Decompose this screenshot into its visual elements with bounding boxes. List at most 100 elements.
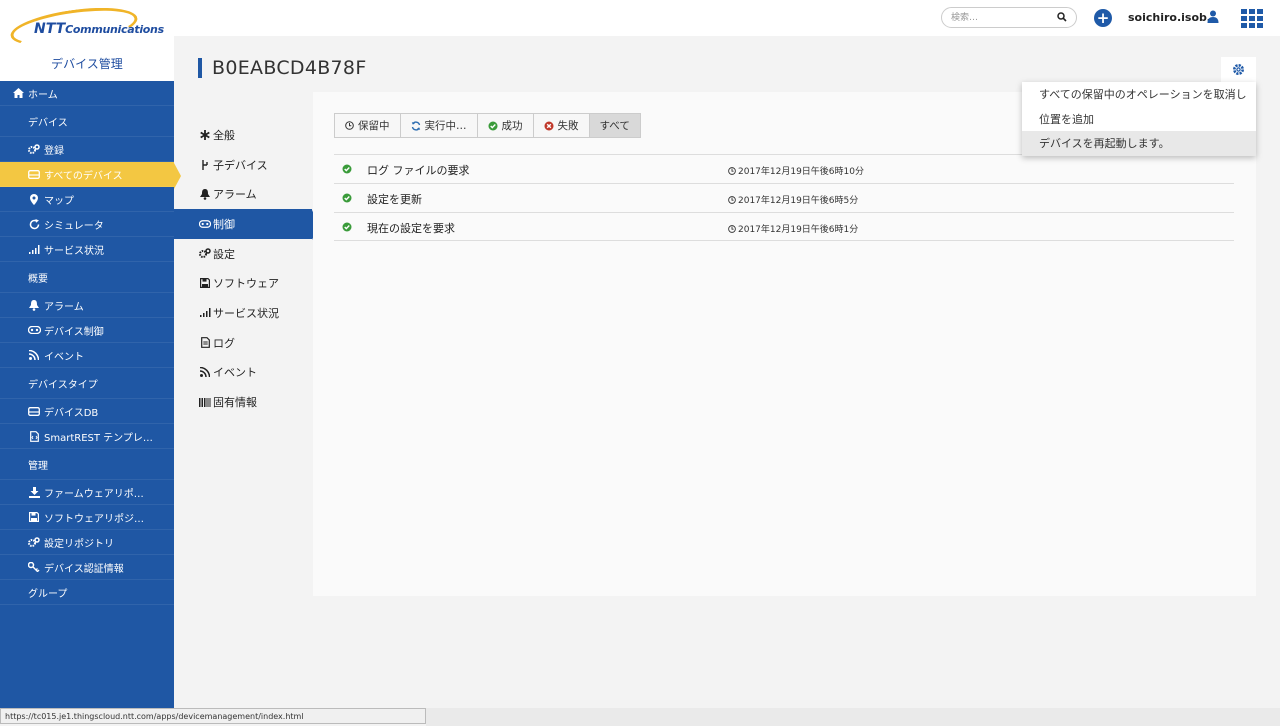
gear-icon [1232, 63, 1245, 79]
sidebar-item-map[interactable]: マップ [0, 187, 174, 212]
clock-icon [728, 224, 736, 233]
menu-item-add-location[interactable]: 位置を追加 [1022, 107, 1256, 132]
sidebar-section-device-type: デバイスタイプ [0, 368, 174, 399]
operation-time: 2017年12月19日午後6時10分 [728, 164, 864, 177]
search-icon[interactable] [1057, 12, 1067, 25]
refresh-icon [411, 120, 421, 131]
clock-icon [345, 121, 354, 130]
gamepad-icon [199, 220, 211, 228]
add-plus-icon[interactable]: + [1094, 9, 1112, 27]
clock-icon [728, 166, 736, 175]
filter-executing-button[interactable]: 実行中… [401, 114, 478, 137]
signal-bars-icon [199, 308, 211, 318]
user-name[interactable]: soichiro.isob… [1128, 11, 1218, 24]
app-name: デバイス管理 [51, 57, 123, 71]
sidebar-section-overview: 概要 [0, 262, 174, 293]
table-row[interactable]: ログ ファイルの要求 2017年12月19日午後6時10分 [334, 154, 1234, 183]
tab-alarm[interactable]: アラーム [174, 179, 312, 209]
sidebar-item-smartrest[interactable]: SmartREST テンプレ… [0, 424, 174, 449]
ntt-logo[interactable]: NTTCommunications [8, 1, 165, 53]
table-row[interactable]: 設定を更新 2017年12月19日午後6時5分 [334, 183, 1234, 212]
file-code-icon [26, 430, 42, 442]
bell-icon [26, 299, 42, 311]
save-icon [26, 512, 42, 522]
operation-time: 2017年12月19日午後6時1分 [728, 222, 858, 235]
rss-icon [26, 350, 42, 360]
operation-time: 2017年12月19日午後6時5分 [728, 193, 858, 206]
table-row[interactable]: 現在の設定を要求 2017年12月19日午後6時1分 [334, 212, 1234, 241]
sidebar-item-config-repo[interactable]: 設定リポジトリ [0, 530, 174, 555]
user-icon[interactable] [1207, 10, 1219, 26]
tab-general[interactable]: 全般 [174, 120, 312, 150]
file-text-icon [199, 337, 211, 349]
sidebar-item-device-control[interactable]: デバイス制御 [0, 318, 174, 343]
sidebar-item-simulator[interactable]: シミュレータ [0, 212, 174, 237]
filter-pending-button[interactable]: 保留中 [335, 114, 401, 137]
sidebar-item-device-db[interactable]: デバイスDB [0, 399, 174, 424]
browser-status-url: https://tc015.je1.thingscloud.ntt.com/ap… [0, 708, 426, 724]
x-circle-icon [544, 121, 554, 131]
operation-name: ログ ファイルの要求 [367, 164, 470, 177]
cogs-icon [26, 143, 42, 155]
app-grid-icon[interactable] [1241, 9, 1263, 28]
check-circle-icon [342, 222, 352, 235]
tab-log[interactable]: ログ [174, 328, 312, 358]
device-tabs: 全般 子デバイス アラーム 制御 設定 ソフトウェア サービス状況 ログ イベン… [174, 120, 312, 417]
sidebar-item-register[interactable]: 登録 [0, 137, 174, 162]
rss-icon [199, 367, 211, 378]
save-icon [199, 278, 211, 289]
sidebar-item-event[interactable]: イベント [0, 343, 174, 368]
sidebar-item-all-devices[interactable]: すべてのデバイス [0, 162, 174, 187]
menu-item-cancel-all-pending[interactable]: すべての保留中のオペレーションを取消し [1022, 82, 1256, 107]
barcode-icon [199, 397, 211, 407]
sitemap-icon [199, 159, 211, 170]
sidebar-section-admin: 管理 [0, 449, 174, 480]
operation-name: 現在の設定を要求 [367, 222, 455, 235]
filter-all-button[interactable]: すべて [589, 114, 640, 137]
sidebar-item-alarm[interactable]: アラーム [0, 293, 174, 318]
search-input[interactable] [951, 11, 1051, 25]
clock-icon [728, 195, 736, 204]
tab-service-status[interactable]: サービス状況 [174, 298, 312, 328]
sidebar-item-software-repo[interactable]: ソフトウェアリポジ… [0, 505, 174, 530]
sidebar-nav: ホーム デバイス 登録 すべてのデバイス マップ シミュレータ サービス状況 概… [0, 81, 174, 605]
signal-bars-icon [26, 244, 42, 254]
bottom-strip [426, 708, 1280, 726]
check-circle-icon [342, 164, 352, 177]
gamepad-icon [26, 326, 42, 334]
search-box[interactable] [941, 7, 1077, 28]
map-marker-icon [26, 193, 42, 205]
home-icon [10, 88, 26, 98]
sidebar-section-device: デバイス [0, 106, 174, 137]
sidebar-section-group[interactable]: グループ [0, 580, 174, 605]
sidebar-item-device-credentials[interactable]: デバイス認証情報 [0, 555, 174, 580]
operation-list: ログ ファイルの要求 2017年12月19日午後6時10分 設定を更新 2017… [334, 154, 1234, 241]
tab-config[interactable]: 設定 [174, 239, 312, 269]
hdd-icon [26, 406, 42, 416]
bell-icon [199, 188, 211, 200]
check-circle-icon [488, 121, 498, 131]
sidebar-item-service-status[interactable]: サービス状況 [0, 237, 174, 262]
filter-success-button[interactable]: 成功 [478, 114, 534, 137]
download-icon [26, 486, 42, 498]
menu-item-restart-device[interactable]: デバイスを再起動します。 [1022, 131, 1256, 156]
tab-control[interactable]: 制御 [174, 209, 312, 239]
sidebar: NTTCommunications デバイス管理 ホーム デバイス 登録 すべて… [0, 0, 174, 708]
tab-event[interactable]: イベント [174, 358, 312, 388]
hdd-icon [26, 169, 42, 179]
brand-area: NTTCommunications デバイス管理 [0, 0, 174, 81]
key-icon [26, 562, 42, 572]
check-circle-icon [342, 193, 352, 206]
cogs-icon [26, 536, 42, 548]
filter-failed-button[interactable]: 失敗 [534, 114, 590, 137]
tab-child-devices[interactable]: 子デバイス [174, 150, 312, 180]
cogs-icon [199, 248, 211, 259]
tab-identity[interactable]: 固有情報 [174, 387, 312, 417]
settings-dropdown-menu: すべての保留中のオペレーションを取消し 位置を追加 デバイスを再起動します。 [1022, 82, 1256, 156]
sidebar-item-firmware-repo[interactable]: ファームウェアリポ… [0, 480, 174, 505]
settings-button[interactable] [1221, 57, 1256, 84]
tab-software[interactable]: ソフトウェア [174, 268, 312, 298]
operation-name: 設定を更新 [367, 193, 422, 206]
sidebar-item-home[interactable]: ホーム [0, 81, 174, 106]
refresh-icon [26, 218, 42, 230]
